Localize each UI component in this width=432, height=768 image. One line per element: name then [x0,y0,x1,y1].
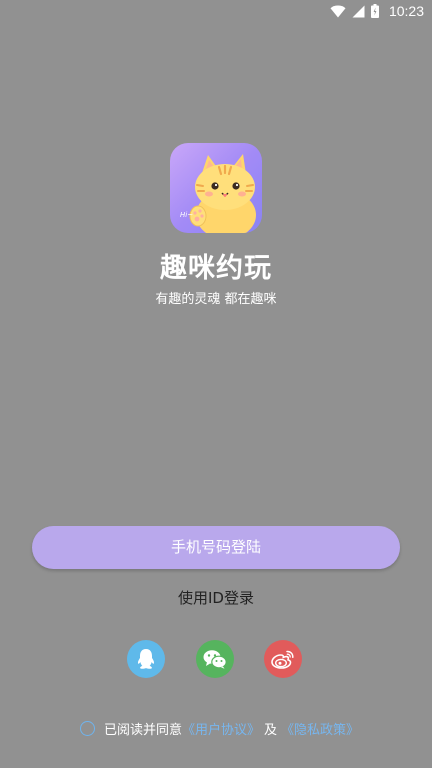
logo-text: Hi~ [180,211,193,219]
id-login-link[interactable]: 使用ID登录 [0,587,432,608]
battery-icon [370,4,379,18]
app-slogan: 有趣的灵魂 都在趣咪 [155,292,277,307]
phone-login-button[interactable]: 手机号码登陆 [32,526,400,569]
cellular-signal-icon [352,5,365,18]
wechat-icon [203,649,227,669]
wifi-icon [330,5,346,18]
qq-icon [136,648,156,670]
status-time: 10:23 [388,3,424,19]
weibo-login-button[interactable] [264,640,302,678]
login-screen: 10:23 Hi~ 趣咪约玩 有趣的灵魂 都在趣咪 手机号码登陆 使用ID登录 … [0,0,432,768]
qq-login-button[interactable] [127,640,165,678]
user-agreement-link[interactable]: 《用户协议》 [182,719,260,738]
status-bar: 10:23 [0,0,432,24]
privacy-policy-link[interactable]: 《隐私政策》 [281,719,359,738]
app-name: 趣咪约玩 [160,253,272,284]
agreement-and: 及 [264,722,278,738]
status-icons: 10:23 [330,3,424,19]
app-logo: Hi~ [170,143,262,233]
agreement-prefix: 已阅读并同意 [104,722,183,738]
wechat-login-button[interactable] [196,640,234,678]
agreement-row: 已阅读并同意 《用户协议》 及 《隐私政策》 [80,718,359,738]
agreement-checkbox[interactable] [80,720,95,736]
weibo-icon [271,649,295,669]
